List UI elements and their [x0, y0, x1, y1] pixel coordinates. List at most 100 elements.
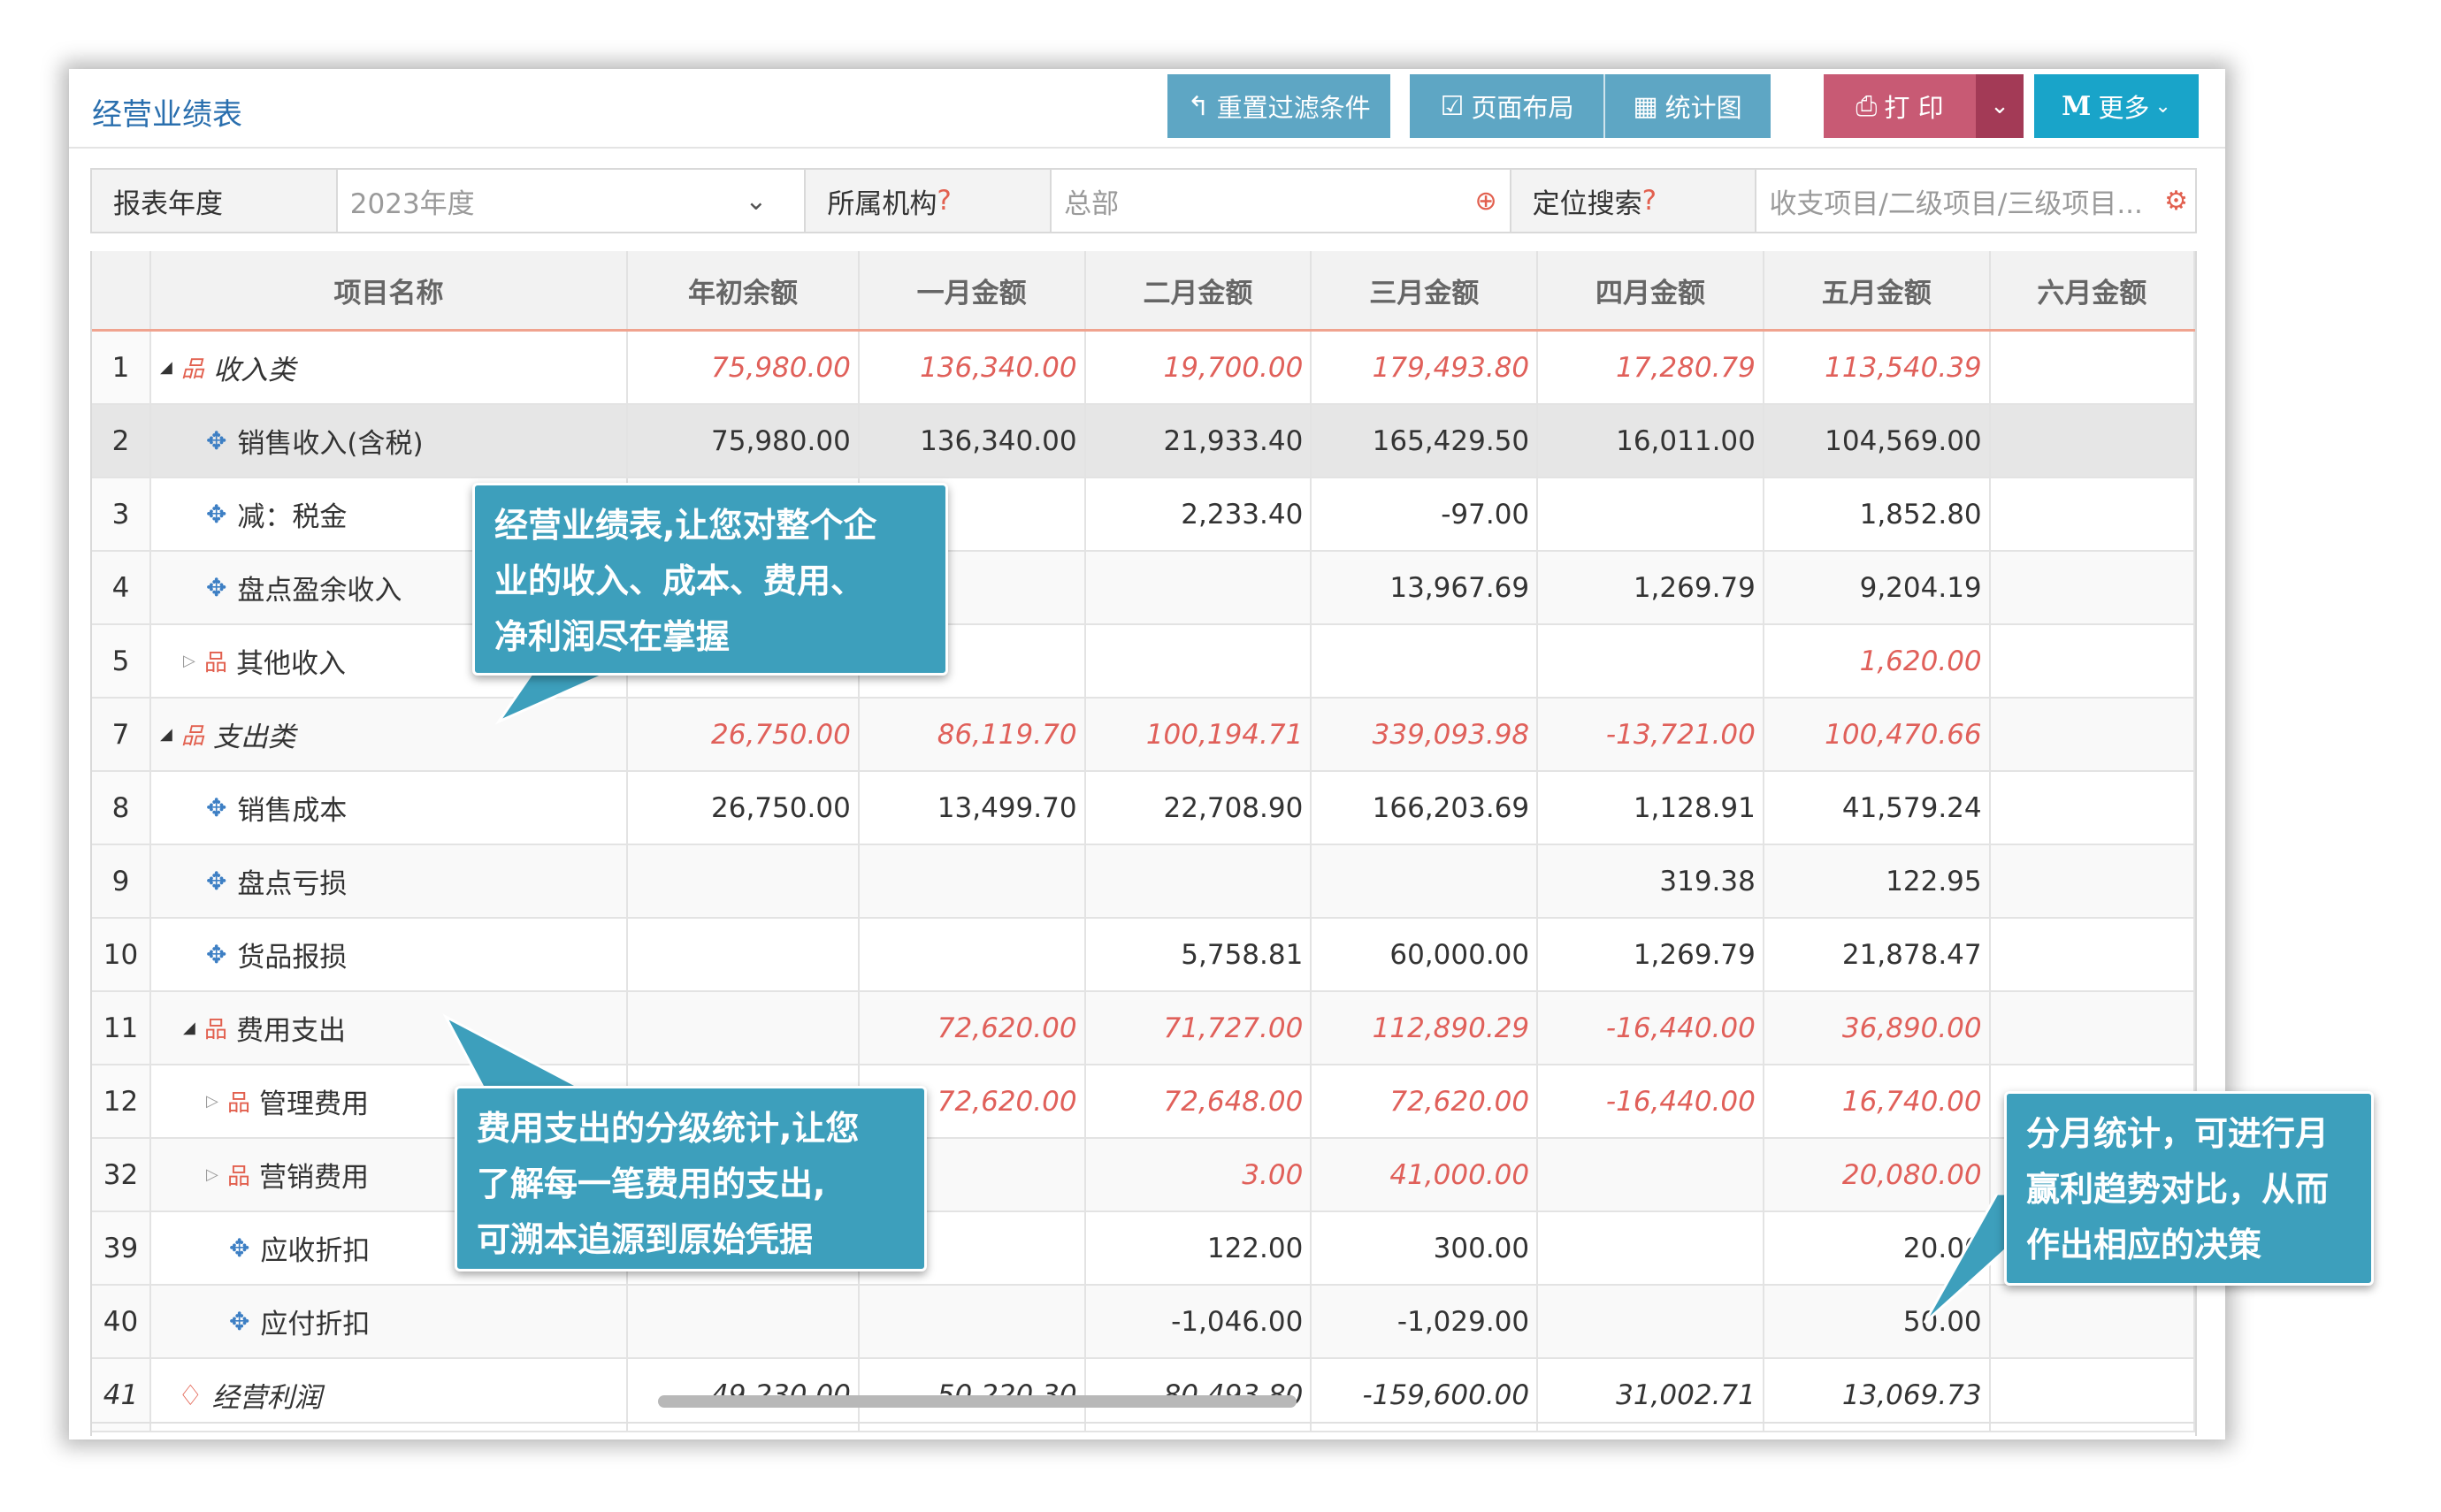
org-input[interactable]: 总部 ⊕	[1052, 170, 1511, 232]
print-dropdown-button[interactable]: ⌄	[1976, 74, 2024, 138]
amount-cell[interactable]	[1084, 624, 1312, 699]
amount-cell[interactable]: 71,727.00	[1084, 991, 1312, 1065]
horizontal-scrollbar[interactable]	[658, 1395, 1297, 1408]
amount-cell[interactable]: 136,340.00	[858, 404, 1086, 478]
amount-cell[interactable]	[1084, 551, 1312, 625]
amount-cell[interactable]: 41,579.24	[1763, 771, 1991, 845]
table-row[interactable]: 39 ✥ 应收折扣 122.00 300.00 20.00	[92, 1211, 2195, 1286]
amount-cell[interactable]	[1989, 1358, 2195, 1432]
amount-cell[interactable]: 100,194.71	[1084, 698, 1312, 772]
column-header[interactable]: 四月金额	[1537, 251, 1764, 332]
amount-cell[interactable]: 165,429.50	[1311, 404, 1539, 478]
collapse-toggle-icon[interactable]: ◢	[158, 725, 174, 744]
amount-cell[interactable]	[1989, 624, 2195, 699]
column-header[interactable]: 六月金额	[1989, 251, 2195, 332]
amount-cell[interactable]	[1537, 1211, 1764, 1286]
amount-cell[interactable]: 72,648.00	[1084, 1065, 1312, 1139]
column-header[interactable]: 五月金额	[1763, 251, 1991, 332]
amount-cell[interactable]: 2,233.40	[1084, 477, 1312, 552]
amount-cell[interactable]	[1989, 771, 2195, 845]
amount-cell[interactable]: 104,569.00	[1763, 404, 1991, 478]
amount-cell[interactable]: 17,280.79	[1537, 330, 1764, 405]
table-row[interactable]: 40 ✥ 应付折扣 -1,046.00 -1,029.00 50.00	[92, 1285, 2195, 1359]
amount-cell[interactable]	[627, 991, 860, 1065]
amount-cell[interactable]: 13,967.69	[1311, 551, 1539, 625]
table-row[interactable]: 10 ✥ 货品报损 5,758.81 60,000.00 1,269.79 21,878.4…	[92, 918, 2195, 992]
table-row[interactable]: 8 ✥ 销售成本 26,750.00 13,499.70 22,708.90 166,203…	[92, 771, 2195, 845]
amount-cell[interactable]	[627, 844, 860, 919]
search-icon[interactable]: ⊕	[1475, 186, 1497, 217]
amount-cell[interactable]: 1,128.91	[1537, 771, 1764, 845]
amount-cell[interactable]	[1084, 844, 1312, 919]
column-header[interactable]: 二月金额	[1084, 251, 1312, 332]
amount-cell[interactable]	[1989, 918, 2195, 992]
amount-cell[interactable]: 136,340.00	[858, 330, 1086, 405]
amount-cell[interactable]: 22,708.90	[1084, 771, 1312, 845]
amount-cell[interactable]: -1,029.00	[1311, 1285, 1539, 1359]
amount-cell[interactable]	[1311, 624, 1539, 699]
table-row[interactable]: 1 ◢ 品收入类 75,980.00 136,340.00 19,700.00 179,49…	[92, 330, 2195, 405]
amount-cell[interactable]	[1537, 1138, 1764, 1212]
table-row[interactable]: 9 ✥ 盘点亏损 319.38 122.95	[92, 844, 2195, 919]
item-name-cell[interactable]: ♢ 经营利润	[149, 1358, 629, 1432]
table-row[interactable]: 11 ◢ 品费用支出 72,620.00 71,727.00 112,890.29 -16,…	[92, 991, 2195, 1065]
amount-cell[interactable]: 100,470.66	[1763, 698, 1991, 772]
table-row[interactable]: 7 ◢ 品支出类 26,750.00 86,119.70 100,194.71 339,09…	[92, 698, 2195, 772]
amount-cell[interactable]: 9,204.19	[1763, 551, 1991, 625]
table-row[interactable]: 3 ✥ 减：税金 2,233.40 -97.00 1,852.80	[92, 477, 2195, 552]
amount-cell[interactable]: 3.00	[1084, 1138, 1312, 1212]
amount-cell[interactable]: 60,000.00	[1311, 918, 1539, 992]
item-name-cell[interactable]: ✥ 销售成本	[149, 771, 629, 845]
amount-cell[interactable]: -159,600.00	[1311, 1358, 1539, 1432]
amount-cell[interactable]: 41,000.00	[1311, 1138, 1539, 1212]
expand-toggle-icon[interactable]: ▷	[204, 1165, 220, 1184]
more-button[interactable]: M 更多 ⌄	[2034, 74, 2199, 138]
amount-cell[interactable]: 1,269.79	[1537, 551, 1764, 625]
amount-cell[interactable]: 72,620.00	[1311, 1065, 1539, 1139]
amount-cell[interactable]	[1989, 551, 2195, 625]
column-header[interactable]: 项目名称	[149, 251, 629, 332]
amount-cell[interactable]	[1537, 624, 1764, 699]
gears-icon[interactable]: ⚙	[2164, 186, 2188, 217]
amount-cell[interactable]: 113,540.39	[1763, 330, 1991, 405]
amount-cell[interactable]: 166,203.69	[1311, 771, 1539, 845]
amount-cell[interactable]: 339,093.98	[1311, 698, 1539, 772]
amount-cell[interactable]	[858, 918, 1086, 992]
amount-cell[interactable]	[1537, 1285, 1764, 1359]
amount-cell[interactable]	[627, 918, 860, 992]
page-layout-button[interactable]: ☑ 页面布局	[1410, 74, 1604, 138]
column-header[interactable]: 年初余额	[627, 251, 860, 332]
amount-cell[interactable]: 72,620.00	[858, 991, 1086, 1065]
amount-cell[interactable]: 26,750.00	[627, 771, 860, 845]
amount-cell[interactable]: 5,758.81	[1084, 918, 1312, 992]
amount-cell[interactable]	[1989, 477, 2195, 552]
amount-cell[interactable]: 75,980.00	[627, 330, 860, 405]
amount-cell[interactable]: -16,440.00	[1537, 991, 1764, 1065]
column-header[interactable]: 一月金额	[858, 251, 1086, 332]
locate-search-input[interactable]: 收支项目/二级项目/三级项目... ⚙	[1756, 170, 2195, 232]
help-icon[interactable]: ?	[937, 185, 951, 217]
item-name-cell[interactable]: ✥ 应付折扣	[149, 1285, 629, 1359]
amount-cell[interactable]	[1311, 844, 1539, 919]
amount-cell[interactable]	[1989, 698, 2195, 772]
amount-cell[interactable]	[1989, 330, 2195, 405]
amount-cell[interactable]: -16,440.00	[1537, 1065, 1764, 1139]
amount-cell[interactable]	[627, 1285, 860, 1359]
amount-cell[interactable]: 36,890.00	[1763, 991, 1991, 1065]
help-icon[interactable]: ?	[1642, 185, 1657, 217]
amount-cell[interactable]	[1989, 404, 2195, 478]
amount-cell[interactable]	[858, 844, 1086, 919]
amount-cell[interactable]: 1,620.00	[1763, 624, 1991, 699]
table-row[interactable]: 2 ✥ 销售收入(含税) 75,980.00 136,340.00 21,933.40 16…	[92, 404, 2195, 478]
item-name-cell[interactable]: ◢ 品收入类	[149, 330, 629, 405]
item-name-cell[interactable]: ✥ 销售收入(含税)	[149, 404, 629, 478]
amount-cell[interactable]	[1989, 991, 2195, 1065]
amount-cell[interactable]: 122.00	[1084, 1211, 1312, 1286]
reset-filter-button[interactable]: ↰ 重置过滤条件	[1167, 74, 1390, 138]
print-button[interactable]: ⎙ 打 印	[1824, 74, 1976, 138]
table-row[interactable]: 12 ▷ 品管理费用 72,620.00 72,648.00 72,620.00 -16,4…	[92, 1065, 2195, 1139]
amount-cell[interactable]: 112,890.29	[1311, 991, 1539, 1065]
amount-cell[interactable]: 1,852.80	[1763, 477, 1991, 552]
expand-toggle-icon[interactable]: ▷	[204, 1092, 220, 1111]
collapse-toggle-icon[interactable]: ◢	[158, 358, 174, 377]
